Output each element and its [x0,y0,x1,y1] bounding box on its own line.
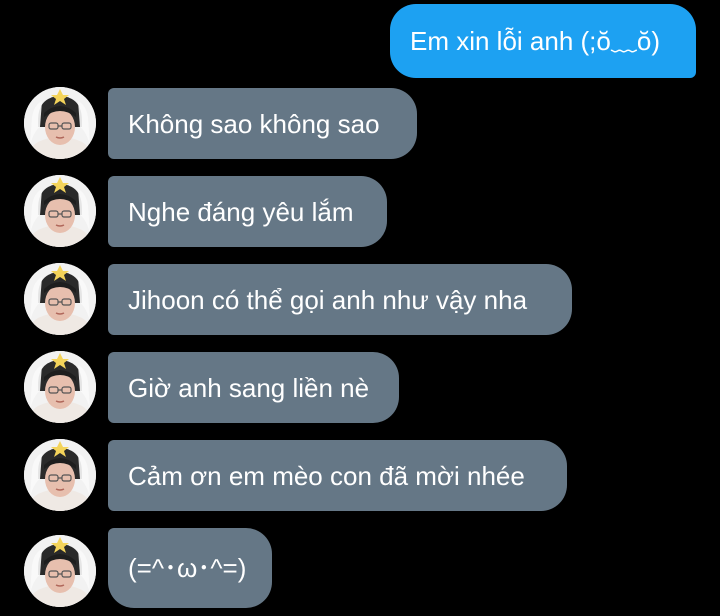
avatar[interactable] [24,351,96,423]
message-text: Jihoon có thể gọi anh như vậy nha [128,284,528,315]
chat-thread: Em xin lỗi anh (;ŏ﹏ŏ) Không sao không sa… [0,0,720,616]
incoming-message[interactable]: Không sao không sao [108,88,417,159]
avatar[interactable] [24,439,96,511]
profile-photo-icon [24,175,96,247]
profile-photo-icon [24,351,96,423]
profile-photo-icon [24,439,96,511]
outgoing-message[interactable]: Em xin lỗi anh (;ŏ﹏ŏ) [390,4,696,78]
incoming-message[interactable]: (=^･ω･^=) [108,528,272,608]
profile-photo-icon [24,87,96,159]
profile-photo-icon [24,535,96,607]
avatar[interactable] [24,535,96,607]
avatar[interactable] [24,87,96,159]
avatar[interactable] [24,175,96,247]
message-text: Giờ anh sang liền nè [128,372,370,403]
message-text: Em xin lỗi anh (;ŏ﹏ŏ) [410,26,660,56]
message-text: Cảm ơn em mèo con đã mời nhée [128,460,525,491]
profile-photo-icon [24,263,96,335]
incoming-message[interactable]: Giờ anh sang liền nè [108,352,399,423]
incoming-message[interactable]: Nghe đáng yêu lắm [108,176,387,247]
message-text: Nghe đáng yêu lắm [128,196,354,227]
message-text: (=^･ω･^=) [128,553,247,583]
incoming-message[interactable]: Jihoon có thể gọi anh như vậy nha [108,264,572,335]
incoming-message[interactable]: Cảm ơn em mèo con đã mời nhée [108,440,567,511]
message-text: Không sao không sao [128,108,380,139]
avatar[interactable] [24,263,96,335]
